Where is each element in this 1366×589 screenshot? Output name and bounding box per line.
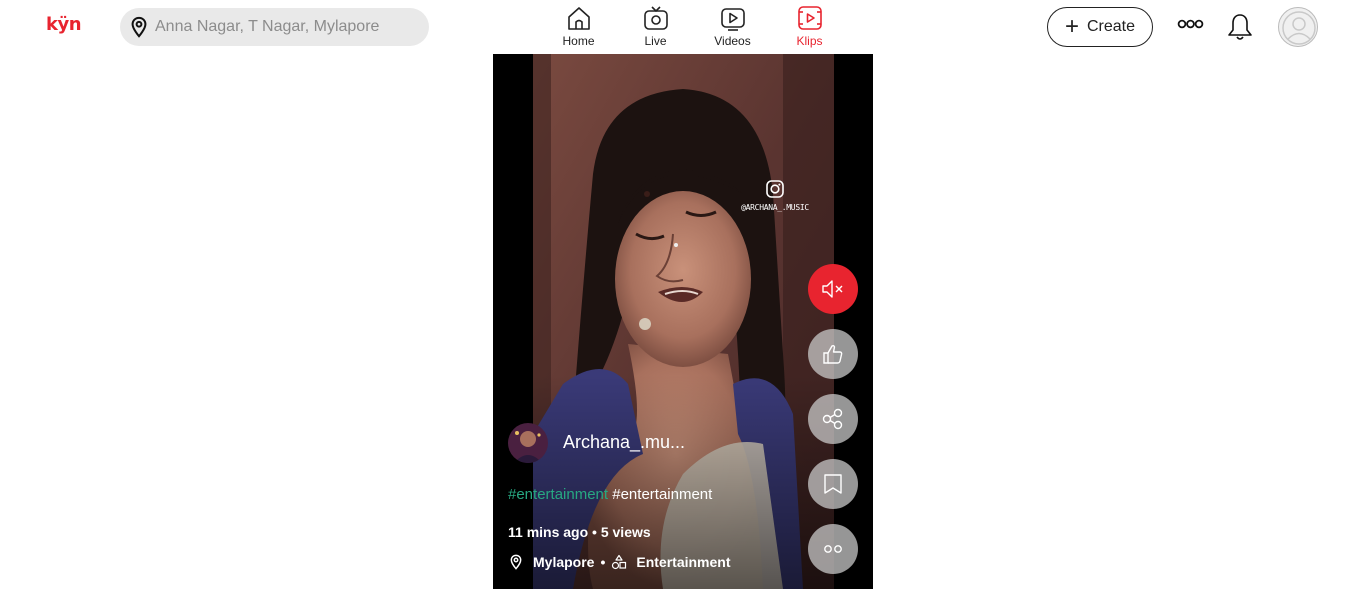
hashtags: #entertainment #entertainment xyxy=(508,486,712,503)
nav-videos-label: Videos xyxy=(714,34,751,48)
create-button[interactable]: + Create xyxy=(1047,7,1153,47)
klip-video-frame[interactable] xyxy=(533,54,834,589)
view-count: 5 views xyxy=(600,524,651,540)
profile-avatar[interactable] xyxy=(1278,7,1318,47)
location-pin-icon xyxy=(510,554,522,570)
like-icon xyxy=(823,344,843,364)
creator-avatar[interactable] xyxy=(508,423,548,463)
nav-videos[interactable]: Videos xyxy=(694,4,771,48)
bookmark-icon xyxy=(824,474,842,494)
kyn-logo[interactable]: kÿn xyxy=(46,14,82,35)
share-button[interactable] xyxy=(808,394,858,444)
meta-separator: • xyxy=(592,524,601,540)
category-label[interactable]: Entertainment xyxy=(636,554,730,570)
klip-location-category: Mylapore • Entertainment xyxy=(508,554,731,570)
mute-icon xyxy=(822,280,843,298)
klip-meta: 11 mins ago • 5 views xyxy=(508,524,651,540)
watermark-handle: @ARCHANA_.MUSIC xyxy=(741,203,809,212)
plus-icon: + xyxy=(1064,13,1079,40)
creator-username[interactable]: Archana_.mu... xyxy=(563,432,685,453)
instagram-icon xyxy=(766,180,784,198)
location-pin-icon xyxy=(131,16,147,38)
top-bar: kÿn Home Live xyxy=(0,0,1366,54)
klips-icon xyxy=(797,6,822,30)
main-nav: Home Live Videos Klips xyxy=(540,4,848,48)
apps-more-icon[interactable] xyxy=(1177,16,1205,32)
nav-home-label: Home xyxy=(562,34,595,48)
notification-bell-icon[interactable] xyxy=(1226,12,1254,42)
location-search[interactable] xyxy=(120,8,429,46)
location-search-input[interactable] xyxy=(155,18,415,36)
nav-home[interactable]: Home xyxy=(540,4,617,48)
mute-button[interactable] xyxy=(808,264,858,314)
nav-klips-label: Klips xyxy=(796,34,823,48)
nav-klips[interactable]: Klips xyxy=(771,4,848,48)
video-play-icon xyxy=(720,8,745,31)
hashtag-link[interactable]: #entertainment xyxy=(508,486,608,503)
nav-live-label: Live xyxy=(644,34,667,48)
more-icon xyxy=(824,545,842,553)
live-tv-icon xyxy=(643,6,668,30)
create-label: Create xyxy=(1086,18,1136,35)
more-options-button[interactable] xyxy=(808,524,858,574)
location-label[interactable]: Mylapore xyxy=(533,554,594,570)
nav-live[interactable]: Live xyxy=(617,4,694,48)
video-watermark: @ARCHANA_.MUSIC xyxy=(735,180,815,212)
klip-player[interactable] xyxy=(493,54,873,589)
creator-avatar-image xyxy=(508,423,548,463)
category-icon xyxy=(612,554,627,570)
home-icon xyxy=(567,7,590,30)
user-avatar-icon xyxy=(1282,11,1316,45)
hashtag-text[interactable]: #entertainment xyxy=(612,486,712,503)
time-ago: 11 mins ago xyxy=(508,524,589,540)
bookmark-button[interactable] xyxy=(808,459,858,509)
share-icon xyxy=(822,408,843,430)
meta-separator: • xyxy=(600,554,606,570)
like-button[interactable] xyxy=(808,329,858,379)
